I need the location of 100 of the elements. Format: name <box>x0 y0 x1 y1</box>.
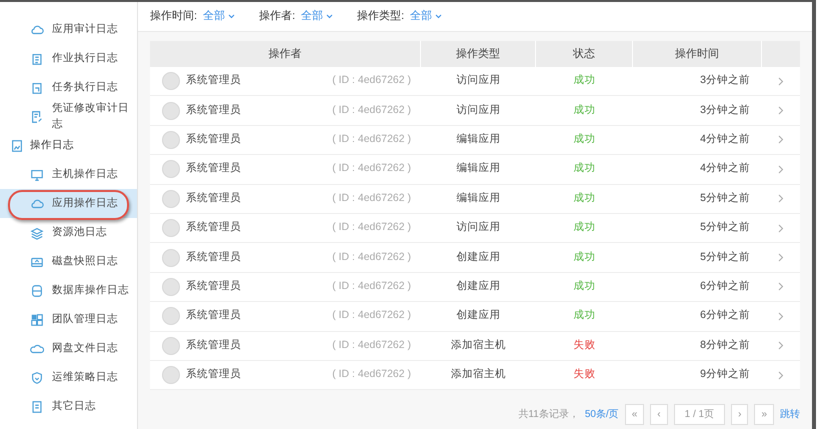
status-text: 成功 <box>574 190 596 206</box>
sidebar-group-label[interactable]: 操作日志 <box>30 138 74 154</box>
chevron-down-icon <box>326 14 334 19</box>
sidebar-item[interactable]: 应用操作日志 <box>0 189 137 218</box>
monitor-icon <box>30 168 44 182</box>
avatar-icon <box>162 366 180 384</box>
record-count: 共11条记录， <box>518 408 579 422</box>
operator-name: 系统管理员 <box>186 338 241 353</box>
operation-type: 编辑应用 <box>456 161 500 176</box>
operator-name: 系统管理员 <box>186 220 241 236</box>
operation-type: 创建应用 <box>456 250 500 265</box>
operator-id: ( ID : 4ed67262 ) <box>332 279 411 294</box>
operator-id: ( ID : 4ed67262 ) <box>332 161 411 176</box>
chevron-down-icon <box>435 14 442 19</box>
avatar-icon <box>162 72 180 90</box>
avatar-icon <box>162 248 180 267</box>
operator-name: 系统管理员 <box>186 250 241 265</box>
avatar-icon <box>162 336 180 355</box>
status-text: 成功 <box>574 279 596 294</box>
column-header: 操作时间 <box>633 41 762 67</box>
chevron-right-icon[interactable] <box>778 341 784 350</box>
operation-type: 访问应用 <box>456 102 500 118</box>
chevron-right-icon[interactable] <box>778 282 784 292</box>
chevron-right-icon[interactable] <box>778 76 784 86</box>
shield-icon <box>30 370 44 384</box>
sidebar-item[interactable]: 团队管理日志 <box>0 305 137 334</box>
operation-time: 6分钟之前 <box>700 308 750 324</box>
status-text: 成功 <box>574 220 596 236</box>
operation-type: 添加宿主机 <box>451 367 506 382</box>
operator-name: 系统管理员 <box>186 132 241 148</box>
operator-id: ( ID : 4ed67262 ) <box>332 132 411 148</box>
column-header: 操作类型 <box>421 41 536 67</box>
avatar-icon <box>162 219 180 238</box>
chevron-right-icon[interactable] <box>778 194 784 204</box>
operation-time: 8分钟之前 <box>700 338 750 353</box>
operation-type: 编辑应用 <box>456 132 500 148</box>
sidebar-item[interactable]: 资源池日志 <box>0 218 137 247</box>
operator-name: 系统管理员 <box>186 102 241 118</box>
operation-time: 9分钟之前 <box>700 367 750 382</box>
filter-label: 操作者: <box>259 9 296 24</box>
clipboard-icon <box>30 80 44 94</box>
operator-name: 系统管理员 <box>186 279 241 294</box>
operation-type: 编辑应用 <box>456 190 500 206</box>
operation-time: 6分钟之前 <box>700 279 750 294</box>
operation-time: 5分钟之前 <box>700 220 750 236</box>
chevron-right-icon[interactable] <box>778 164 784 174</box>
operation-type: 访问应用 <box>456 73 500 88</box>
operation-type: 添加宿主机 <box>451 338 506 353</box>
status-text: 成功 <box>574 102 596 118</box>
sidebar-item[interactable]: 磁盘快照日志 <box>0 247 137 276</box>
chevron-right-icon[interactable] <box>778 106 784 116</box>
sidebar-item[interactable]: 运维策略日志 <box>0 363 137 392</box>
operation-type: 访问应用 <box>456 220 500 236</box>
chevron-right-icon[interactable] <box>778 253 784 262</box>
column-header: 状态 <box>536 41 633 67</box>
page-indicator: 1 / 1页 <box>674 404 726 424</box>
status-text: 成功 <box>574 161 596 176</box>
chevron-right-icon[interactable] <box>778 135 784 144</box>
document-image-icon <box>10 138 24 152</box>
chevron-right-icon[interactable] <box>778 224 784 233</box>
status-text: 失败 <box>574 367 596 382</box>
chevron-down-icon <box>228 14 236 19</box>
document-pen-icon <box>30 110 44 124</box>
sidebar-item[interactable]: 凭证修改审计日志 <box>0 102 137 131</box>
column-header: 操作者 <box>150 41 421 67</box>
sidebar-item[interactable]: 作业执行日志 <box>0 44 137 73</box>
operator-name: 系统管理员 <box>186 161 241 176</box>
sidebar-item[interactable]: 网盘文件日志 <box>0 334 137 363</box>
status-text: 失败 <box>574 338 596 353</box>
operation-time: 5分钟之前 <box>700 190 750 206</box>
cloud-icon <box>30 22 44 36</box>
operator-id: ( ID : 4ed67262 ) <box>332 367 411 382</box>
operation-type: 创建应用 <box>456 279 500 294</box>
operator-name: 系统管理员 <box>186 73 241 88</box>
status-text: 成功 <box>574 132 596 148</box>
operator-id: ( ID : 4ed67262 ) <box>332 190 411 206</box>
avatar-icon <box>162 307 180 326</box>
sidebar-item[interactable]: 任务执行日志 <box>0 73 137 102</box>
avatar-icon <box>162 190 180 208</box>
operation-time: 3分钟之前 <box>700 102 750 118</box>
chevron-right-icon[interactable] <box>778 312 784 321</box>
filter-label: 操作时间: <box>150 9 198 24</box>
sidebar-item[interactable]: 数据库操作日志 <box>0 276 137 305</box>
sidebar-item[interactable]: 主机操作日志 <box>0 160 137 189</box>
sidebar-item[interactable]: 应用审计日志 <box>0 15 137 44</box>
operator-name: 系统管理员 <box>186 190 241 206</box>
operation-type: 创建应用 <box>456 308 500 324</box>
database-icon <box>30 284 44 298</box>
avatar-icon <box>162 160 180 178</box>
filter-label: 操作类型: <box>357 9 404 24</box>
operation-time: 3分钟之前 <box>700 73 750 88</box>
operator-id: ( ID : 4ed67262 ) <box>332 73 411 88</box>
clipboard-icon <box>30 52 44 66</box>
layers-icon <box>30 226 44 240</box>
operator-id: ( ID : 4ed67262 ) <box>332 102 411 118</box>
avatar-icon <box>162 130 180 149</box>
operation-time: 4分钟之前 <box>700 132 750 148</box>
status-text: 成功 <box>574 73 596 88</box>
sidebar-item[interactable]: 其它日志 <box>0 392 137 421</box>
chevron-right-icon[interactable] <box>778 370 784 380</box>
